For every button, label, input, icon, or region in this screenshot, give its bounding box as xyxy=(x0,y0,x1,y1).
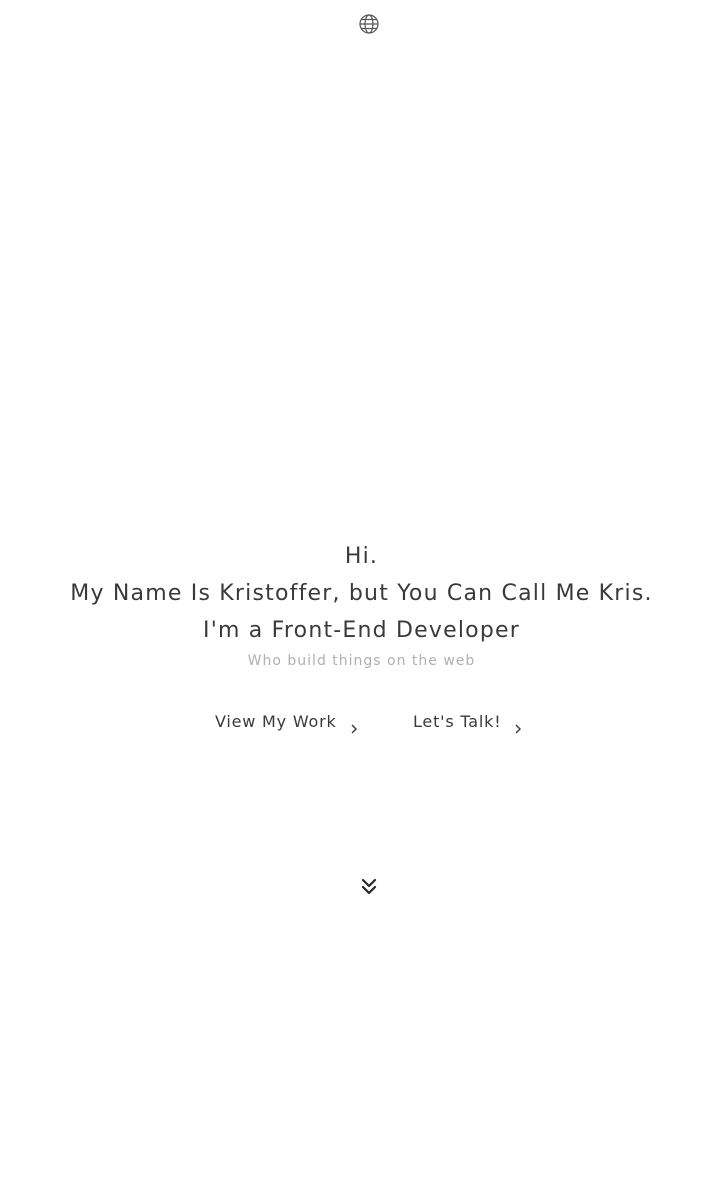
lets-talk-button[interactable]: Let's Talk! xyxy=(413,708,523,736)
hero-actions: View My Work Let's Talk! xyxy=(0,708,723,736)
view-my-work-button[interactable]: View My Work xyxy=(215,708,359,736)
hero-section: Hi. My Name Is Kristoffer, but You Can C… xyxy=(0,538,723,671)
view-my-work-label: View My Work xyxy=(215,712,337,731)
hero-greeting: Hi. xyxy=(344,544,379,569)
hero-role-line: I'm a Front-End Developer xyxy=(203,618,520,643)
lets-talk-label: Let's Talk! xyxy=(413,712,502,731)
hero-name-line: My Name Is Kristoffer, but You Can Call … xyxy=(70,581,653,606)
chevron-right-icon xyxy=(349,716,359,734)
globe-icon[interactable] xyxy=(358,13,380,35)
double-chevron-down-icon[interactable] xyxy=(359,876,379,898)
chevron-right-icon xyxy=(513,716,523,734)
hero-subtitle: Who build things on the web xyxy=(247,653,476,669)
